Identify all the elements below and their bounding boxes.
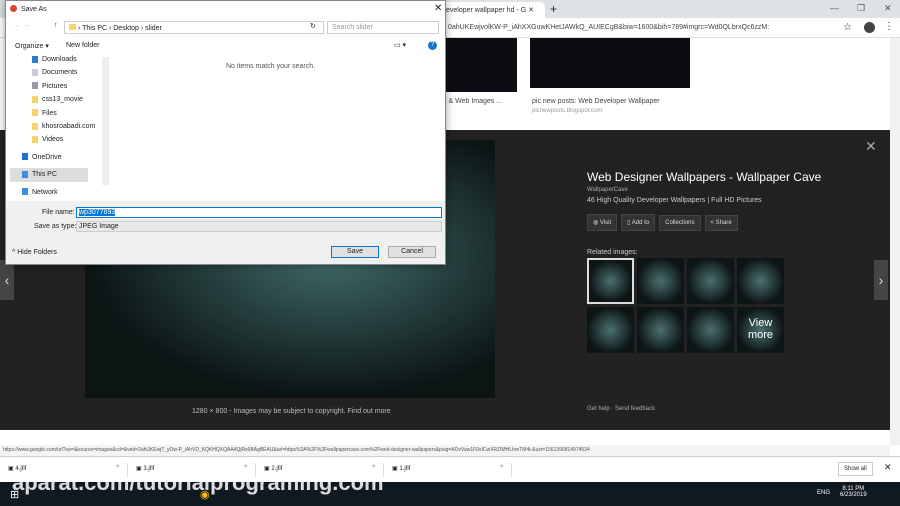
language-indicator[interactable]: ENG	[817, 490, 830, 496]
related-image[interactable]	[687, 307, 734, 353]
nav-folder[interactable]: khosroabadi.com	[10, 120, 102, 133]
related-image[interactable]	[587, 258, 634, 304]
minimize-button[interactable]: —	[830, 3, 839, 13]
help-icon[interactable]: ?	[428, 41, 437, 50]
result-thumbnail[interactable]	[530, 38, 690, 88]
new-folder-button[interactable]: New folder	[66, 42, 99, 49]
nav-folder[interactable]: css13_movie	[10, 93, 102, 106]
back-forward-icons[interactable]: ← →	[14, 22, 30, 29]
save-type-label: Save as type:	[34, 223, 77, 230]
save-type-select[interactable]: JPEG Image	[76, 221, 442, 232]
avatar[interactable]	[864, 22, 875, 33]
related-image[interactable]	[737, 258, 784, 304]
hide-folders-button[interactable]: ^ Hide Folders	[12, 249, 57, 256]
find-out-more-link[interactable]: Find out more	[347, 408, 390, 415]
result-caption[interactable]: pic new posts: Web Developer Wallpaper	[532, 98, 660, 105]
dialog-title: Save As	[21, 6, 47, 13]
url-text[interactable]: 0ahUKEwjvolKW-P_iAhXXGuwKHetJAWkQ_AUIECg…	[448, 24, 769, 31]
save-as-dialog: Save As ✕ ← → ↑ › This PC › Desktop › sl…	[5, 0, 446, 265]
empty-message: No items match your search.	[226, 63, 316, 70]
file-name-label: File name:	[42, 209, 75, 216]
share-button[interactable]: < Share	[704, 215, 738, 231]
up-icon[interactable]: ↑	[54, 22, 58, 29]
search-input[interactable]: Search slider	[327, 21, 439, 34]
result-source: picnewposts.blogspot.com	[532, 108, 603, 114]
new-tab-button[interactable]: +	[550, 2, 557, 16]
nav-this-pc[interactable]: This PC	[10, 168, 88, 182]
status-url: https://www.google.com/url?sa=i&source=i…	[0, 445, 890, 456]
image-title[interactable]: Web Designer Wallpapers - Wallpaper Cave	[587, 170, 887, 184]
watermark: aparat.com/tutorialprograming.com	[12, 470, 384, 495]
cancel-button[interactable]: Cancel	[388, 246, 436, 258]
image-details-panel: Web Designer Wallpapers - Wallpaper Cave…	[587, 170, 887, 412]
get-help-link[interactable]: Get help	[587, 406, 610, 412]
close-dialog-icon[interactable]: ✕	[434, 3, 442, 14]
navigation-pane: Downloads Documents Pictures css13_movie…	[10, 53, 102, 201]
nav-folder[interactable]: Videos	[10, 133, 102, 146]
related-image[interactable]	[637, 258, 684, 304]
image-caption: 1280 × 800 - Images may be subject to co…	[192, 408, 391, 415]
save-button[interactable]: Save	[331, 246, 379, 258]
close-viewer-icon[interactable]: ✕	[865, 138, 877, 155]
close-window-button[interactable]: ✕	[884, 3, 892, 14]
clock[interactable]: 8:11 PM 6/23/2019	[840, 486, 867, 498]
page-scrollbar[interactable]	[890, 38, 900, 445]
result-thumbnail[interactable]	[445, 38, 517, 92]
view-options-icon[interactable]: ▭ ▾	[394, 41, 406, 49]
organize-button[interactable]: Organize ▾	[15, 42, 49, 50]
related-label: Related images:	[587, 249, 638, 256]
chrome-icon	[10, 5, 17, 12]
view-more-button[interactable]: View more	[737, 307, 784, 353]
prev-image-button[interactable]: ‹	[0, 260, 14, 300]
browser-tab[interactable]: eveloper wallpaper hd - G ✕	[440, 2, 545, 18]
site-name: WallpaperCave	[587, 187, 628, 193]
related-image[interactable]	[687, 258, 734, 304]
send-feedback-link[interactable]: Send feedback	[615, 406, 655, 412]
nav-scrollbar[interactable]	[102, 57, 109, 185]
nav-downloads[interactable]: Downloads	[10, 53, 102, 66]
breadcrumb[interactable]: › This PC › Desktop › slider	[64, 21, 324, 34]
nav-network[interactable]: Network	[10, 186, 102, 199]
refresh-icon[interactable]: ↻	[310, 22, 316, 30]
restore-button[interactable]: ❐	[857, 3, 865, 14]
collections-button[interactable]: Collections	[659, 215, 701, 231]
download-item[interactable]: ▣ 1.jfif ^	[384, 463, 512, 477]
related-image[interactable]	[587, 307, 634, 353]
close-tab-icon[interactable]: ✕	[528, 7, 534, 14]
close-downloads-icon[interactable]: ✕	[884, 462, 892, 473]
result-caption[interactable]: i & Web Images ...	[445, 98, 502, 105]
add-to-button[interactable]: ▯ Add to	[621, 214, 656, 231]
file-name-input[interactable]: wp3077693	[76, 207, 442, 218]
nav-pictures[interactable]: Pictures	[10, 80, 102, 93]
nav-documents[interactable]: Documents	[10, 66, 102, 79]
related-image[interactable]	[637, 307, 684, 353]
nav-onedrive[interactable]: OneDrive	[10, 151, 102, 164]
bookmark-star-icon[interactable]: ☆	[843, 22, 852, 33]
show-all-button[interactable]: Show all	[838, 462, 873, 476]
visit-button[interactable]: ◍ Visit	[587, 214, 618, 231]
menu-icon[interactable]: ⋮	[884, 21, 894, 32]
nav-folder[interactable]: Files	[10, 107, 102, 120]
image-description: 46 High Quality Developer Wallpapers | F…	[587, 197, 762, 204]
